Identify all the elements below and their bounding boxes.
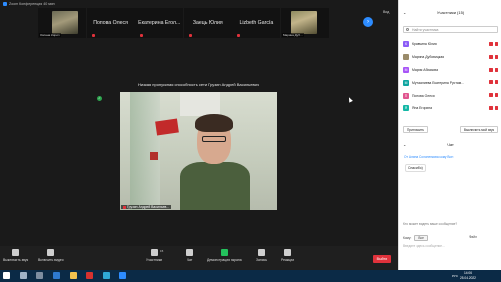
- record-button[interactable]: Запись: [256, 249, 267, 262]
- camera-off-icon: [494, 67, 498, 72]
- list-item[interactable]: П Попова Олеся: [399, 89, 501, 102]
- mic-muted-icon: [489, 54, 493, 59]
- search-icon: [406, 28, 409, 31]
- zoom-window: Zoom Конференция 40 мин Вид Оксана Кирил…: [0, 0, 501, 282]
- mic-muted-icon: [489, 93, 493, 98]
- clock[interactable]: 14:06 25.04.2022: [460, 271, 476, 280]
- chat-button[interactable]: Чат: [186, 249, 193, 262]
- gallery-tile[interactable]: Марина Дуб...: [280, 8, 329, 38]
- opera-icon[interactable]: [86, 272, 93, 279]
- share-screen-button[interactable]: Демонстрация экрана: [207, 249, 242, 262]
- chat-recipient: Кому: Все: [403, 235, 428, 241]
- people-icon: [150, 249, 158, 256]
- participant-thumbnail: [52, 11, 78, 34]
- chat-bubble-icon: [186, 249, 193, 256]
- mic-muted-icon: [237, 33, 241, 37]
- participants-count: 15: [160, 249, 164, 253]
- active-speaker-video[interactable]: Грузин Андрей Васильев...: [120, 92, 277, 210]
- language-indicator[interactable]: РУС: [452, 274, 458, 278]
- search-icon[interactable]: [20, 272, 27, 279]
- visibility-notice[interactable]: Кто может видеть ваше сообщение?: [403, 222, 457, 226]
- camera-off-icon: [494, 80, 498, 85]
- list-item[interactable]: М Мутаалиева Екатерина Рустам...: [399, 76, 501, 89]
- explorer-icon[interactable]: [70, 272, 77, 279]
- exit-button[interactable]: Выйти: [373, 255, 391, 263]
- avatar: К: [403, 41, 409, 48]
- file-button[interactable]: Файл: [469, 235, 477, 239]
- chat-header: ⌄ Чат: [403, 142, 454, 147]
- gallery-strip: Оксана Кирил Попова Олеся Екатерина Егол…: [38, 8, 398, 38]
- record-icon: [258, 249, 266, 256]
- gallery-tile[interactable]: Оксана Кирил: [38, 8, 86, 38]
- avatar: [403, 54, 409, 61]
- speaker-name-tag: Грузин Андрей Васильев...: [121, 205, 172, 209]
- mic-muted-icon: [188, 33, 192, 37]
- mic-muted-icon: [489, 105, 493, 110]
- invite-button[interactable]: Пригласить: [403, 126, 429, 133]
- participant-search-input[interactable]: Найти участника: [403, 26, 498, 33]
- list-item[interactable]: М Мария Абхазова: [399, 64, 501, 77]
- avatar: М: [403, 66, 409, 73]
- mic-muted-icon: [140, 33, 144, 37]
- tile-name-tag: Марина Дуб...: [281, 33, 304, 37]
- gallery-tile[interactable]: Екатерина Егол...: [135, 8, 184, 38]
- chevron-down-icon[interactable]: ⌄: [403, 10, 406, 15]
- participant-list: К Кравчина Юлия Марина Дубовицкая М Мари…: [399, 38, 501, 115]
- camera-off-icon: [494, 93, 498, 98]
- tile-name: Екатерина Егол...: [138, 20, 181, 26]
- share-screen-icon: [220, 249, 228, 256]
- next-page-icon[interactable]: ›: [363, 17, 373, 27]
- task-view-icon[interactable]: [36, 272, 43, 279]
- microphone-icon: [12, 249, 20, 256]
- security-shield-icon[interactable]: ✓: [97, 96, 102, 101]
- window-title: Zoom Конференция 40 мин: [9, 2, 55, 6]
- meeting-toolbar: Выключить звук Включить видео 15 Участни…: [0, 246, 398, 270]
- avatar: М: [403, 79, 409, 86]
- mute-self-button[interactable]: Выключить мой звук: [459, 126, 498, 133]
- tile-name: Заець Юлия: [192, 20, 223, 26]
- reactions-button[interactable]: Реакции: [281, 249, 294, 262]
- camera-off-icon: [494, 105, 498, 110]
- mic-muted-icon: [91, 33, 95, 37]
- participants-panel: ⌄ Участники (15) Найти участника К Кравч…: [398, 0, 501, 270]
- zoom-logo-icon: [3, 2, 7, 6]
- speaker-person: [180, 114, 250, 210]
- chat-input[interactable]: Введите здесь сообщение...: [403, 244, 445, 248]
- start-icon[interactable]: [3, 272, 10, 279]
- windows-taskbar: РУС 14:06 25.04.2022: [0, 270, 501, 282]
- tile-name: Попова Олеся: [93, 20, 128, 26]
- title-bar: Zoom Конференция 40 мин: [0, 0, 398, 8]
- zoom-icon[interactable]: [119, 272, 126, 279]
- chat-sender: От Алина Солоненкова кому Все:: [404, 155, 454, 159]
- camera-icon: [47, 249, 55, 256]
- tile-name-tag: Оксана Кирил: [39, 33, 61, 37]
- chat-message: Спасибо): [405, 164, 426, 172]
- tile-name: Lizbeth García: [239, 20, 274, 26]
- video-button[interactable]: Включить видео: [38, 249, 64, 262]
- mail-icon[interactable]: [53, 272, 60, 279]
- participant-thumbnail: [290, 11, 317, 34]
- list-item[interactable]: К Кравчина Юлия: [399, 38, 501, 51]
- participants-header: ⌄ Участники (15): [403, 10, 465, 15]
- weak-connection-notice: Низкая пропускная способность сети Грузи…: [138, 82, 259, 87]
- participants-button[interactable]: 15 Участники: [146, 249, 164, 262]
- camera-off-icon: [494, 42, 498, 46]
- avatar: П: [403, 92, 409, 99]
- recipient-dropdown[interactable]: Все: [414, 235, 428, 241]
- chevron-down-icon[interactable]: ⌄: [403, 142, 406, 147]
- gallery-tile[interactable]: Попова Олеся: [86, 8, 135, 38]
- list-item[interactable]: Марина Дубовицкая: [399, 51, 501, 64]
- edge-icon[interactable]: [103, 272, 110, 279]
- mic-muted-icon: [489, 80, 493, 85]
- gallery-tile[interactable]: Заець Юлия: [183, 8, 232, 38]
- mute-button[interactable]: Выключить звук: [3, 249, 28, 262]
- mic-muted-icon: [489, 42, 493, 46]
- smiley-icon: [284, 249, 292, 256]
- gallery-tile[interactable]: Lizbeth García: [232, 8, 281, 38]
- mic-muted-icon: [123, 205, 126, 209]
- mic-muted-icon: [489, 67, 493, 72]
- avatar: Я: [403, 105, 409, 112]
- camera-off-icon: [494, 54, 498, 59]
- list-item[interactable]: Я Яна Егорина: [399, 102, 501, 115]
